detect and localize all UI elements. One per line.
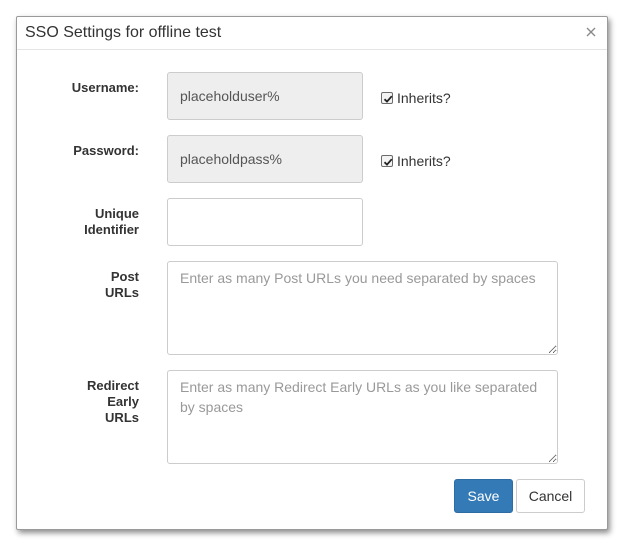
save-button[interactable]: Save (454, 479, 513, 513)
cancel-button[interactable]: Cancel (516, 479, 585, 513)
sso-settings-dialog: SSO Settings for offline test Username: … (16, 16, 608, 530)
post-urls-label: Post URLs (105, 269, 139, 300)
redirect-early-urls-label: Redirect Early URLs (86, 378, 139, 425)
username-field[interactable] (167, 72, 363, 120)
close-icon[interactable] (584, 25, 598, 39)
password-field[interactable] (167, 135, 363, 183)
dialog-title: SSO Settings for offline test (25, 24, 222, 41)
redirect-early-urls-textarea[interactable] (167, 370, 558, 464)
unique-identifier-label: Unique Identifier (84, 206, 139, 237)
username-inherits-label: Inherits? (397, 90, 451, 106)
password-label: Password: (73, 143, 139, 158)
username-inherits-checkbox[interactable] (381, 92, 393, 104)
username-label: Username: (71, 80, 139, 95)
password-inherits: Inherits? (381, 153, 451, 169)
password-inherits-label: Inherits? (397, 153, 451, 169)
unique-identifier-field[interactable] (167, 198, 363, 246)
password-inherits-checkbox[interactable] (381, 155, 393, 167)
dialog-header: SSO Settings for offline test (17, 17, 607, 50)
post-urls-textarea[interactable] (167, 261, 558, 355)
username-inherits: Inherits? (381, 90, 451, 106)
